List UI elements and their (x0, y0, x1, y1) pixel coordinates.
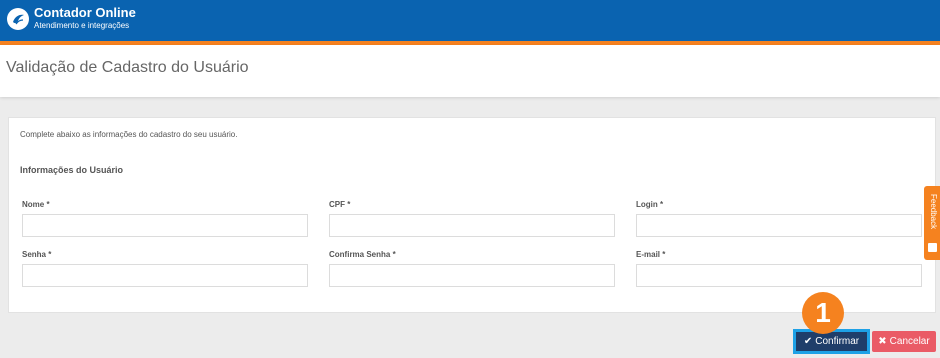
confirma-senha-label: Confirma Senha * (329, 250, 396, 259)
confirm-button[interactable]: ✔ Confirmar (796, 332, 867, 351)
feedback-tab[interactable]: Feedback (924, 186, 940, 260)
section-title: Informações do Usuário (20, 165, 124, 175)
nome-label: Nome * (22, 200, 50, 209)
senha-label: Senha * (22, 250, 52, 259)
senha-input[interactable] (22, 264, 308, 287)
form-intro-text: Complete abaixo as informações do cadast… (20, 130, 238, 139)
confirma-senha-input[interactable] (329, 264, 615, 287)
feedback-label: Feedback (929, 194, 938, 230)
brand-subtitle: Atendimento e integrações (34, 21, 130, 30)
cpf-input[interactable] (329, 214, 615, 237)
login-input[interactable] (636, 214, 922, 237)
cancel-button-label: Cancelar (889, 336, 930, 347)
brand-title[interactable]: Contador Online (34, 5, 136, 20)
close-icon: ✖ (878, 336, 887, 347)
top-header: Contador Online Atendimento e integraçõe… (0, 0, 940, 41)
step-badge: 1 (802, 292, 844, 334)
feedback-icon (928, 243, 937, 252)
check-icon: ✔ (803, 336, 813, 347)
nome-input[interactable] (22, 214, 308, 237)
page-title-bar: Validação de Cadastro do Usuário (0, 45, 940, 97)
email-label: E-mail * (636, 250, 666, 259)
cancel-button[interactable]: ✖ Cancelar (872, 331, 936, 352)
login-label: Login * (636, 200, 664, 209)
email-input[interactable] (636, 264, 922, 287)
cpf-label: CPF * (329, 200, 351, 209)
confirm-button-label: Confirmar (815, 336, 860, 347)
page-title: Validação de Cadastro do Usuário (6, 59, 249, 76)
bird-logo-icon[interactable] (6, 7, 30, 31)
user-registration-form: Complete abaixo as informações do cadast… (8, 117, 936, 313)
